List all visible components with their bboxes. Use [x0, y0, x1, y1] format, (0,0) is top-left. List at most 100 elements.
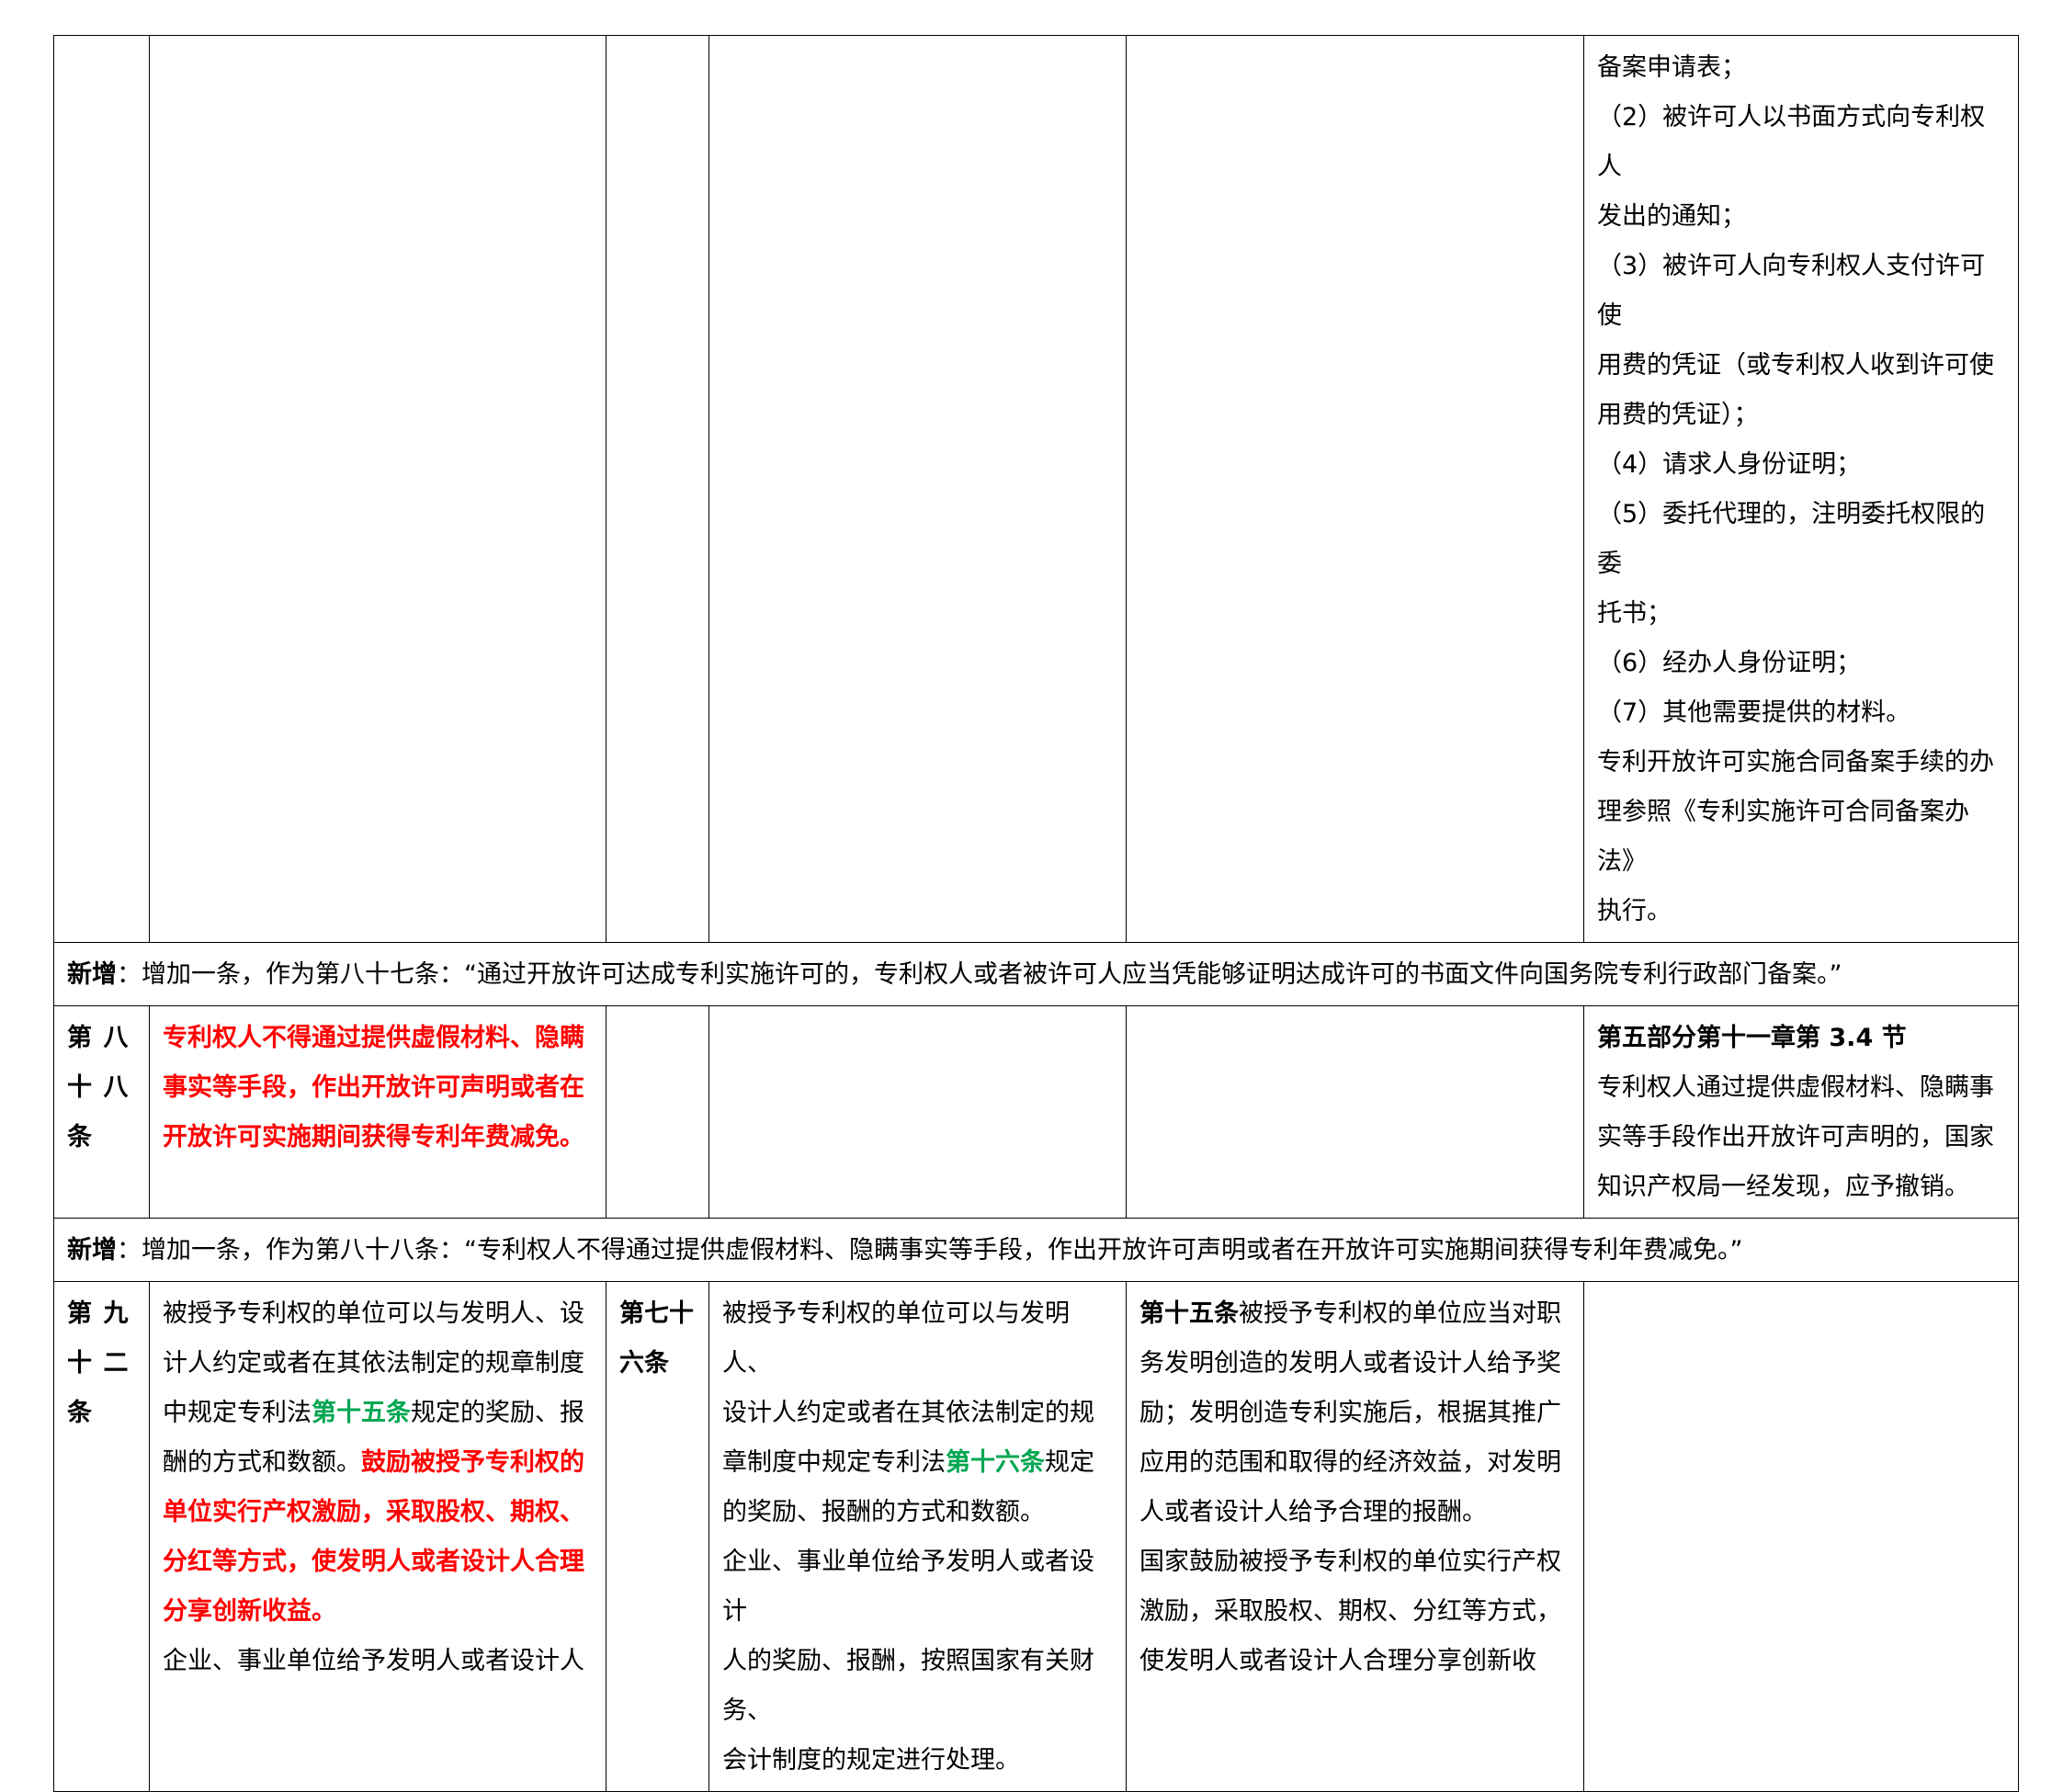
- article-cell: 第 九 十 二 条: [53, 1281, 150, 1792]
- text-line: 理参照《专利实施许可合同备案办法》: [1597, 798, 1969, 876]
- text-line: 的奖励、报酬的方式和数额。: [722, 1498, 1045, 1526]
- article-char: 九: [103, 1299, 129, 1328]
- text-line: （4）请求人身份证明；: [1597, 450, 1862, 479]
- text-line: 备案申请表；: [1597, 53, 1746, 82]
- text-line: （2）被许可人以书面方式向专利权人: [1597, 103, 1986, 181]
- law-text-cell: [1126, 1005, 1584, 1219]
- note-text: ：增加一条，作为第八十八条：“专利权人不得通过提供虚假材料、隐瞒事实等手段，作出…: [117, 1236, 1743, 1265]
- guideline-text-cell: [1583, 1281, 2019, 1792]
- article-cell: [53, 35, 150, 943]
- text-line: 实等手段作出开放许可声明的，国家: [1597, 1123, 1994, 1151]
- section-heading: 第五部分第十一章第 3.4 节: [1597, 1024, 1907, 1052]
- article-char: 二: [103, 1349, 129, 1378]
- highlight-new-text: 鼓励被授予专利权的: [361, 1448, 584, 1477]
- article-char: 条: [67, 1399, 92, 1427]
- article-char: 八: [103, 1073, 129, 1102]
- current-article-cell: [606, 1005, 709, 1219]
- law-text-cell: [1126, 35, 1584, 943]
- table-row: 第 八 十 八 条 专利权人不得通过提供虚假材料、隐瞒 事实等手段，作出开放许可…: [53, 1005, 2019, 1219]
- note-cell: 新增：增加一条，作为第八十七条：“通过开放许可达成专利实施许可的，专利权人或者被…: [53, 942, 2019, 1006]
- text-run: 被授予专利权的单位应当对职: [1239, 1299, 1561, 1328]
- text-line: 企业、事业单位给予发明人或者设计人: [163, 1647, 584, 1675]
- text-run: 酬的方式和数额。: [163, 1448, 361, 1477]
- document-page: 备案申请表； （2）被许可人以书面方式向专利权人 发出的通知； （3）被许可人向…: [0, 0, 2063, 1792]
- draft-text-cell: 被授予专利权的单位可以与发明人、设 计人约定或者在其依法制定的规章制度 中规定专…: [149, 1281, 606, 1792]
- text-line: 第十五条被授予专利权的单位应当对职: [1139, 1289, 1570, 1339]
- article-char: 十: [67, 1349, 92, 1378]
- text-line: 务发明创造的发明人或者设计人给予奖: [1139, 1349, 1561, 1378]
- text-line: 事实等手段，作出开放许可声明或者在: [163, 1073, 584, 1102]
- draft-text-cell: [149, 35, 606, 943]
- current-article-cell: [606, 35, 709, 943]
- text-line: 用费的凭证）；: [1597, 401, 1759, 429]
- text-line: 国家鼓励被授予专利权的单位实行产权: [1139, 1548, 1561, 1576]
- text-run: 规定: [1045, 1448, 1094, 1477]
- current-text-cell: [708, 1005, 1127, 1219]
- text-line: （7）其他需要提供的材料。: [1597, 698, 1911, 727]
- article-cell: 第 八 十 八 条: [53, 1005, 150, 1219]
- current-text-cell: 被授予专利权的单位可以与发明人、 设计人约定或者在其依法制定的规 章制度中规定专…: [708, 1281, 1127, 1792]
- text-run: 章制度中规定专利法: [722, 1448, 946, 1477]
- article-char: [104, 1113, 137, 1163]
- text-line: 酬的方式和数额。鼓励被授予专利权的: [163, 1438, 593, 1488]
- text-line: 托书；: [1597, 599, 1672, 628]
- highlight-article: 第十六条: [946, 1448, 1045, 1477]
- table-row: 备案申请表； （2）被许可人以书面方式向专利权人 发出的通知； （3）被许可人向…: [53, 35, 2019, 943]
- current-article-cell: 第七十 六条: [606, 1281, 709, 1792]
- note-cell: 新增：增加一条，作为第八十八条：“专利权人不得通过提供虚假材料、隐瞒事实等手段，…: [53, 1218, 2019, 1282]
- text-line: 企业、事业单位给予发明人或者设计: [722, 1548, 1094, 1626]
- note-text: ：增加一条，作为第八十七条：“通过开放许可达成专利实施许可的，专利权人或者被许可…: [117, 960, 1842, 989]
- comparison-table: 备案申请表； （2）被许可人以书面方式向专利权人 发出的通知； （3）被许可人向…: [53, 35, 2019, 1792]
- text-line: 中规定专利法第十五条规定的奖励、报: [163, 1389, 593, 1438]
- article-char: 第: [67, 1024, 92, 1052]
- text-line: 励；发明创造专利实施后，根据其推广: [1139, 1399, 1561, 1427]
- highlight-article: 第十五条: [312, 1399, 411, 1427]
- article-char: 条: [67, 1123, 92, 1151]
- text-line: 专利开放许可实施合同备案手续的办: [1597, 748, 1994, 777]
- note-row: 新增：增加一条，作为第八十七条：“通过开放许可达成专利实施许可的，专利权人或者被…: [53, 942, 2019, 1006]
- text-line: 人或者设计人给予合理的报酬。: [1139, 1498, 1487, 1526]
- article-number: 六条: [619, 1349, 669, 1378]
- article-char: 第: [67, 1299, 92, 1328]
- text-line: 设计人约定或者在其依法制定的规: [722, 1399, 1094, 1427]
- article-char: 十: [67, 1073, 92, 1102]
- article-label: 第十五条: [1139, 1299, 1239, 1328]
- text-line: （6）经办人身份证明；: [1597, 649, 1862, 677]
- text-line: （3）被许可人向专利权人支付许可使: [1597, 252, 1986, 330]
- text-line: 专利权人通过提供虚假材料、隐瞒事: [1597, 1073, 1994, 1102]
- text-line: 激励，采取股权、期权、分红等方式，: [1139, 1597, 1561, 1626]
- text-run: 规定的奖励、报: [411, 1399, 584, 1427]
- table-row: 第 九 十 二 条 被授予专利权的单位可以与发明人、设 计人约定或者在其依法制定…: [53, 1281, 2019, 1792]
- text-line: 开放许可实施期间获得专利年费减免。: [163, 1123, 584, 1151]
- note-label: 新增: [67, 960, 117, 989]
- text-run: 中规定专利法: [163, 1399, 312, 1427]
- text-line: 专利权人不得通过提供虚假材料、隐瞒: [163, 1024, 584, 1052]
- text-line: 分红等方式，使发明人或者设计人合理: [163, 1548, 584, 1576]
- article-number: 第 八 十 八 条: [67, 1014, 136, 1163]
- text-line: 使发明人或者设计人合理分享创新收: [1139, 1647, 1536, 1675]
- text-line: 应用的范围和取得的经济效益，对发明: [1139, 1448, 1561, 1477]
- text-line: 分享创新收益。: [163, 1597, 336, 1626]
- text-line: 发出的通知；: [1597, 202, 1746, 231]
- guideline-text-cell: 第五部分第十一章第 3.4 节 专利权人通过提供虚假材料、隐瞒事 实等手段作出开…: [1583, 1005, 2019, 1219]
- article-number: 第七十: [619, 1299, 694, 1328]
- text-line: 被授予专利权的单位可以与发明人、: [722, 1299, 1070, 1378]
- text-line: 用费的凭证（或专利权人收到许可使: [1597, 351, 1994, 380]
- text-line: 单位实行产权激励，采取股权、期权、: [163, 1498, 584, 1526]
- draft-text-cell: 专利权人不得通过提供虚假材料、隐瞒 事实等手段，作出开放许可声明或者在 开放许可…: [149, 1005, 606, 1219]
- note-label: 新增: [67, 1236, 117, 1265]
- article-char: 八: [103, 1024, 129, 1052]
- text-line: 人的奖励、报酬，按照国家有关财务、: [722, 1647, 1094, 1725]
- text-line: 知识产权局一经发现，应予撤销。: [1597, 1173, 1969, 1201]
- article-char: [104, 1389, 137, 1438]
- text-line: 被授予专利权的单位可以与发明人、设: [163, 1299, 584, 1328]
- guideline-text-cell: 备案申请表； （2）被许可人以书面方式向专利权人 发出的通知； （3）被许可人向…: [1583, 35, 2019, 943]
- note-row: 新增：增加一条，作为第八十八条：“专利权人不得通过提供虚假材料、隐瞒事实等手段，…: [53, 1218, 2019, 1282]
- text-line: 章制度中规定专利法第十六条规定: [722, 1438, 1113, 1488]
- article-number: 第 九 十 二 条: [67, 1289, 136, 1438]
- text-line: 计人约定或者在其依法制定的规章制度: [163, 1349, 584, 1378]
- text-line: 会计制度的规定进行处理。: [722, 1746, 1020, 1775]
- law-text-cell: 第十五条被授予专利权的单位应当对职 务发明创造的发明人或者设计人给予奖 励；发明…: [1126, 1281, 1584, 1792]
- current-text-cell: [708, 35, 1127, 943]
- text-line: （5）委托代理的，注明委托权限的委: [1597, 500, 1986, 578]
